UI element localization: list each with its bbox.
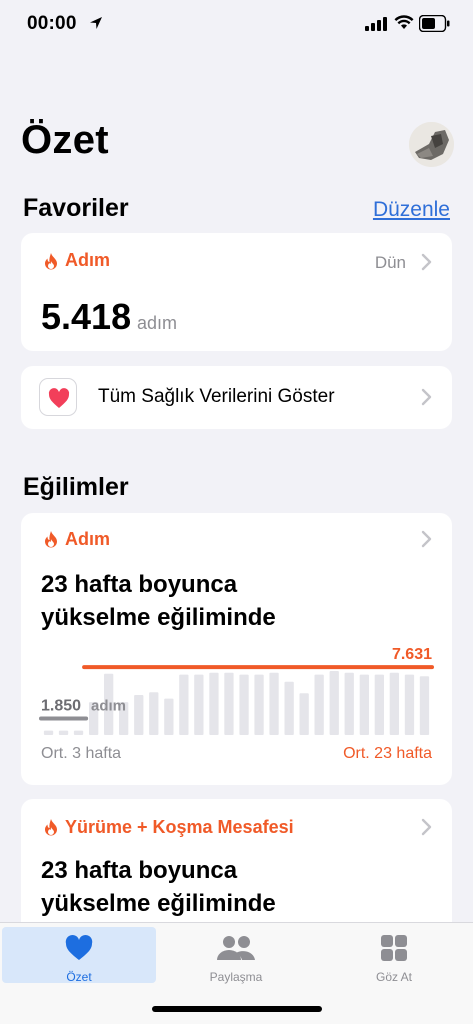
chart-bar xyxy=(58,730,69,735)
location-arrow-icon xyxy=(90,17,102,29)
chart-bar xyxy=(254,674,264,735)
avatar-image xyxy=(409,122,454,167)
page-title: Özet xyxy=(21,118,109,162)
steps-favorite-card[interactable]: Adım Dün 5.418 adım xyxy=(21,233,452,351)
status-bar: 00:00 xyxy=(0,0,473,50)
tab-sharing[interactable]: Paylaşma xyxy=(159,927,313,984)
chevron-right-icon xyxy=(421,388,432,406)
distance-trend-headline: 23 hafta boyunca yükselme eğiliminde xyxy=(41,854,276,920)
headline-line-1: 23 hafta boyunca xyxy=(41,571,238,598)
chart-bar xyxy=(43,730,54,735)
all-health-data-row[interactable]: Tüm Sağlık Verilerini Göster xyxy=(21,366,452,429)
chart-bar xyxy=(224,672,234,735)
tab-summary-label: Özet xyxy=(66,970,92,984)
home-indicator xyxy=(152,1006,322,1012)
all-health-data-label: Tüm Sağlık Verilerini Göster xyxy=(98,386,335,407)
wifi-icon xyxy=(394,15,414,29)
headline-line-2: yükselme eğiliminde xyxy=(41,604,276,631)
avatar[interactable] xyxy=(409,122,454,167)
tab-browse[interactable]: Göz At xyxy=(317,927,471,984)
battery-icon xyxy=(419,15,450,32)
chart-bar xyxy=(314,674,324,735)
distance-trend-label: Yürüme + Koşma Mesafesi xyxy=(65,817,294,837)
average-23-weeks-label: Ort. 23 hafta xyxy=(343,745,432,762)
edit-button[interactable]: Düzenle xyxy=(373,198,450,222)
chart-bar xyxy=(269,672,279,735)
chart-bar xyxy=(329,671,339,735)
flame-icon xyxy=(45,819,57,836)
trends-title: Eğilimler xyxy=(23,473,129,501)
steps-trend-label: Adım xyxy=(65,529,110,549)
tab-browse-label: Göz At xyxy=(375,970,413,984)
grid-icon xyxy=(381,935,407,961)
chart-bar xyxy=(419,676,430,735)
chevron-right-icon xyxy=(421,253,432,271)
steps-trend-chart: 1.850 adım 7.631 xyxy=(39,646,434,735)
chart-bar xyxy=(344,672,354,735)
chart-bar xyxy=(374,674,384,735)
chart-bar xyxy=(179,674,189,735)
steps-value: 5.418 xyxy=(41,296,132,337)
chart-bar xyxy=(359,674,369,735)
steps-trend-headline: 23 hafta boyunca yükselme eğiliminde xyxy=(41,568,276,634)
status-time: 00:00 xyxy=(27,13,77,34)
headline-line-1: 23 hafta boyunca xyxy=(41,857,238,884)
chart-bar xyxy=(284,681,294,735)
chart-bar xyxy=(194,674,204,735)
chevron-right-icon xyxy=(421,530,432,548)
headline-line-2: yükselme eğiliminde xyxy=(41,890,276,917)
steps-unit: adım xyxy=(137,313,178,333)
chart-bar xyxy=(209,672,219,735)
steps-card-date: Dün xyxy=(374,253,406,272)
chart-bar xyxy=(389,672,399,735)
chart-bar xyxy=(299,693,309,735)
tab-summary[interactable]: Özet xyxy=(2,927,156,984)
distance-trend-card[interactable]: Yürüme + Koşma Mesafesi 23 hafta boyunca… xyxy=(21,799,452,939)
tab-sharing-label: Paylaşma xyxy=(209,970,263,984)
chart-bar xyxy=(149,692,159,735)
long-average-value: 7.631 xyxy=(392,646,432,663)
chart-bar xyxy=(404,674,415,735)
heart-icon xyxy=(65,935,93,960)
people-icon xyxy=(217,936,255,960)
steps-card-label: Adım xyxy=(65,250,110,270)
chevron-right-icon xyxy=(421,818,432,836)
cellular-signal-icon xyxy=(365,17,387,31)
chart-bar xyxy=(239,674,249,735)
recent-average-unit: adım xyxy=(91,698,126,715)
chart-bar xyxy=(73,730,84,735)
favorites-title: Favoriler xyxy=(23,194,129,222)
health-app-icon xyxy=(39,378,77,416)
heart-icon xyxy=(48,388,70,408)
recent-average-value: 1.850 xyxy=(41,698,81,715)
flame-icon xyxy=(45,531,57,548)
steps-trend-card[interactable]: Adım 23 hafta boyunca yükselme eğilimind… xyxy=(21,513,452,785)
average-3-weeks-label: Ort. 3 hafta xyxy=(41,745,122,762)
flame-icon xyxy=(45,253,57,270)
chart-bar xyxy=(134,695,144,735)
chart-bar xyxy=(164,698,174,735)
